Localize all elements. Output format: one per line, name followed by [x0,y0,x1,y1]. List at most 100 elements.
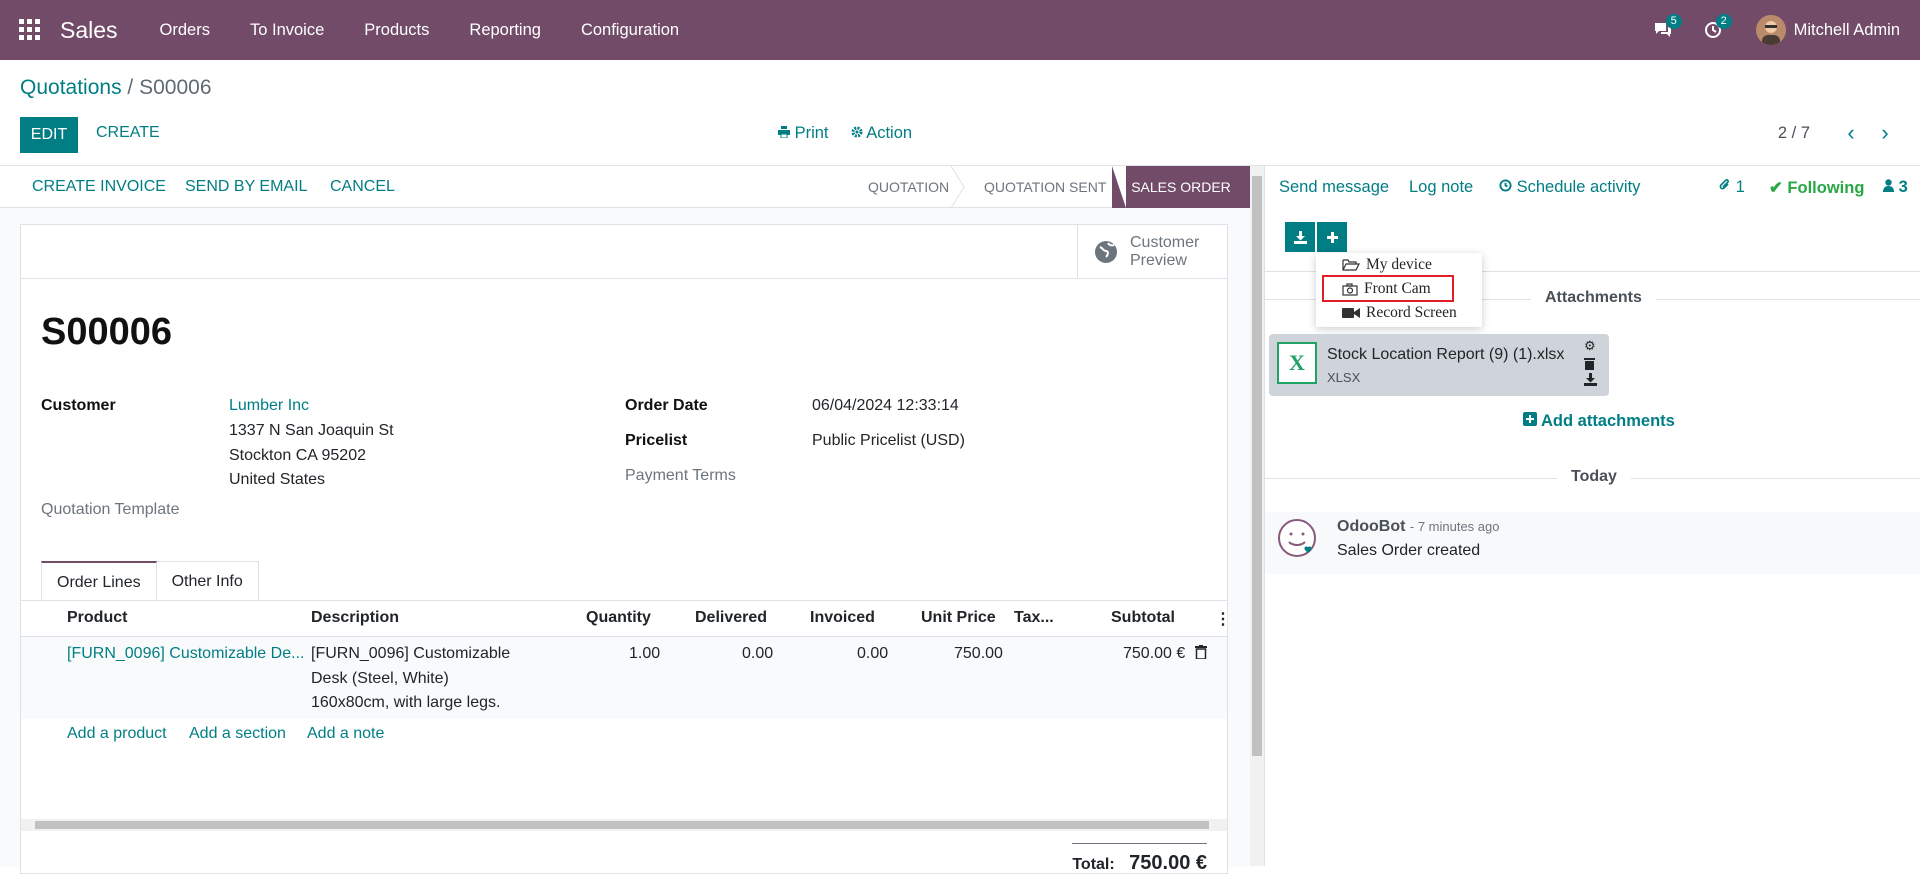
line-quantity[interactable]: 1.00 [629,645,660,663]
create-invoice-button[interactable]: CREATE INVOICE [32,178,166,196]
schedule-activity-label: Schedule activity [1516,178,1641,196]
add-product-link[interactable]: Add a product [67,725,167,743]
check-icon: ✔ [1769,179,1783,197]
pricelist-value[interactable]: Public Pricelist (USD) [812,432,965,450]
customer-field[interactable]: Lumber Inc [229,397,309,415]
pager-value[interactable]: 2 / 7 [1778,124,1810,143]
stage-quotation[interactable]: QUOTATION [868,166,949,208]
stage-quotation-sent[interactable]: QUOTATION SENT [984,166,1106,208]
app-brand[interactable]: Sales [60,17,118,44]
col-delivered[interactable]: Delivered [695,609,767,627]
breadcrumb-current: S00006 [139,76,212,99]
tab-order-lines[interactable]: Order Lines [41,561,157,601]
line-description-1[interactable]: [FURN_0096] Customizable [311,645,510,663]
col-invoiced[interactable]: Invoiced [810,609,875,627]
create-button[interactable]: CREATE [96,124,160,142]
pager-next-icon[interactable]: › [1874,120,1896,146]
line-product[interactable]: [FURN_0096] Customizable De... [67,645,304,663]
folder-open-icon [1342,259,1360,271]
add-button[interactable] [1317,222,1347,252]
notebook-tabs: Order Lines Other Info [41,561,259,601]
customer-link[interactable]: Lumber Inc [229,397,309,414]
log-note-button[interactable]: Log note [1409,178,1473,197]
line-unit-price[interactable]: 750.00 [954,645,1003,663]
menu-orders[interactable]: Orders [140,0,230,60]
col-unit-price[interactable]: Unit Price [921,609,996,627]
stage-arrow-icon [950,166,965,208]
order-date-label: Order Date [625,397,708,414]
download-icon[interactable] [1584,373,1597,386]
activity-menu[interactable]: 2 [1688,0,1738,60]
paperclip-icon [1719,179,1729,190]
attachments-toggle[interactable]: 1 [1719,178,1745,197]
user-avatar[interactable] [1755,15,1786,45]
add-attachments-button[interactable]: Add attachments [1523,412,1675,431]
total-value: 750.00 € [1129,852,1207,874]
excel-file-icon: X [1277,342,1317,384]
customer-preview-button[interactable]: Customer Preview [1077,225,1227,279]
order-date-value[interactable]: 06/04/2024 12:33:14 [812,397,959,415]
chatter-panel: Send message Log note Schedule activity … [1264,166,1920,866]
add-section-link[interactable]: Add a section [189,725,286,743]
column-options-icon[interactable]: ⋮ [1215,609,1231,629]
following-button[interactable]: ✔ Following [1769,178,1864,198]
print-button[interactable]: Print [778,124,829,143]
col-subtotal[interactable]: Subtotal [1111,609,1175,627]
order-name: S00006 [41,311,173,353]
gear-icon[interactable]: ⚙ [1584,338,1597,354]
edit-button[interactable]: EDIT [20,117,78,153]
vertical-scrollbar-thumb[interactable] [1252,176,1262,756]
menu-to-invoice[interactable]: To Invoice [230,0,344,60]
schedule-activity-button[interactable]: Schedule activity [1499,178,1640,197]
line-description-3: 160x80cm, with large legs. [311,694,501,711]
menu-reporting[interactable]: Reporting [449,0,561,60]
odoobot-avatar[interactable] [1277,518,1317,558]
globe-icon [1095,241,1117,263]
trash-icon[interactable] [1584,357,1595,370]
horizontal-scrollbar-thumb[interactable] [35,821,1209,829]
trash-icon[interactable] [1195,645,1207,664]
col-description[interactable]: Description [311,609,399,627]
form-pane: CREATE INVOICE SEND BY EMAIL CANCEL QUOT… [0,166,1250,874]
total-label: Total: [1072,856,1115,873]
vertical-scrollbar[interactable] [1250,166,1264,866]
apps-menu-icon[interactable] [0,0,60,60]
send-message-button[interactable]: Send message [1279,178,1389,197]
followers-button[interactable]: 3 [1883,178,1908,197]
messaging-menu[interactable]: 5 [1638,0,1688,60]
attach-source-dropdown: My device Front Cam Record Screen [1316,253,1482,327]
author-name[interactable]: OdooBot [1337,518,1405,535]
following-label: Following [1787,179,1865,197]
breadcrumb-quotations[interactable]: Quotations [20,76,122,99]
dropdown-my-device[interactable]: My device [1342,253,1432,277]
user-name[interactable]: Mitchell Admin [1794,21,1900,40]
download-button[interactable] [1285,222,1315,252]
message-author: OdooBot - 7 minutes ago [1337,518,1499,536]
add-note-link[interactable]: Add a note [307,725,384,743]
today-title: Today [1557,468,1631,486]
pager-previous-icon[interactable]: ‹ [1840,120,1862,146]
customer-label: Customer [41,397,116,414]
stage-sales-order[interactable]: SALES ORDER [1112,166,1250,208]
table-row[interactable]: [FURN_0096] Customizable De... [FURN_009… [21,637,1227,719]
menu-configuration[interactable]: Configuration [561,0,699,60]
col-taxes[interactable]: Tax... [1014,609,1054,627]
message-body: Sales Order created [1337,542,1481,559]
horizontal-scrollbar[interactable] [21,819,1227,831]
send-by-email-button[interactable]: SEND BY EMAIL [185,178,307,196]
menu-products[interactable]: Products [344,0,449,60]
attachment-name[interactable]: Stock Location Report (9) (1).xlsx [1327,346,1564,364]
dropdown-record-screen[interactable]: Record Screen [1342,301,1457,325]
messages-badge: 5 [1665,14,1682,29]
cancel-button[interactable]: CANCEL [330,178,395,196]
attachment-extension: XLSX [1327,370,1361,385]
quotation-template-label[interactable]: Quotation Template [41,501,179,519]
col-quantity[interactable]: Quantity [586,609,651,627]
status-bar: CREATE INVOICE SEND BY EMAIL CANCEL QUOT… [0,166,1250,208]
attachment-card[interactable]: X Stock Location Report (9) (1).xlsx XLS… [1269,334,1609,396]
payment-terms-label[interactable]: Payment Terms [625,467,736,485]
tab-other-info[interactable]: Other Info [156,561,259,601]
col-product[interactable]: Product [67,609,127,627]
action-button[interactable]: Action [851,124,912,143]
total-row: Total: 750.00 € [1072,843,1207,875]
